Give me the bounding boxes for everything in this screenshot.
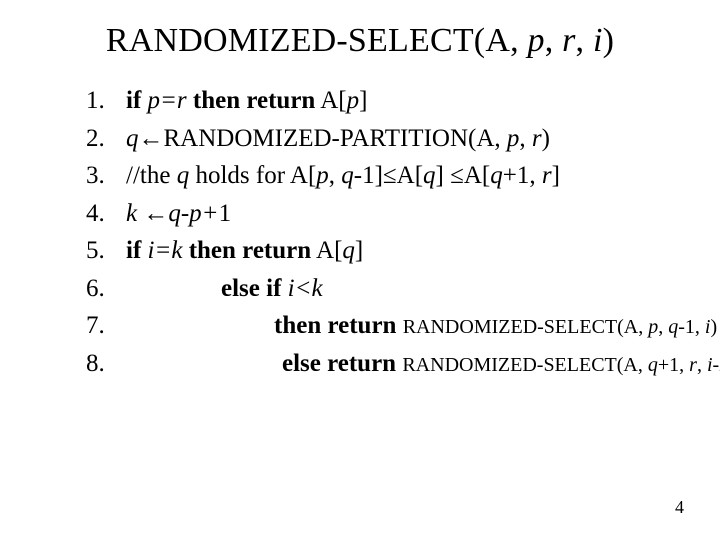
code-line: 3.//the q holds for A[p, q-1]≤A[q] ≤A[q+…	[86, 157, 700, 195]
line-number: 7.	[86, 307, 126, 345]
line-number: 1.	[86, 82, 126, 120]
line-content: if p=r then return A[p]	[126, 82, 700, 120]
line-number: 6.	[86, 270, 126, 308]
code-line: 5.if i=k then return A[q]	[86, 232, 700, 270]
line-number: 4.	[86, 195, 126, 233]
line-content: if i=k then return A[q]	[126, 232, 700, 270]
code-line: 4.k ←q-p+1	[86, 195, 700, 233]
line-number: 8.	[86, 345, 126, 383]
line-content: q←RANDOMIZED-PARTITION(A, p, r)	[126, 120, 700, 158]
line-content: else return RANDOMIZED-SELECT(A, q+1, r,…	[126, 345, 720, 383]
code-line: 7.then return RANDOMIZED-SELECT(A, p, q-…	[86, 307, 700, 345]
line-content: then return RANDOMIZED-SELECT(A, p, q-1,…	[126, 307, 717, 345]
line-content: k ←q-p+1	[126, 195, 700, 233]
line-number: 2.	[86, 120, 126, 158]
page-number: 4	[675, 497, 684, 518]
pseudocode-block: 1.if p=r then return A[p]2.q←RANDOMIZED-…	[20, 82, 700, 382]
line-content: //the q holds for A[p, q-1]≤A[q] ≤A[q+1,…	[126, 157, 700, 195]
code-line: 2.q←RANDOMIZED-PARTITION(A, p, r)	[86, 120, 700, 158]
slide-title: RANDOMIZED-SELECT(A, p, r, i)	[20, 22, 700, 60]
slide: RANDOMIZED-SELECT(A, p, r, i) 1.if p=r t…	[0, 0, 720, 540]
code-line: 6.else if i<k	[86, 270, 700, 308]
line-number: 3.	[86, 157, 126, 195]
line-content: else if i<k	[126, 270, 700, 308]
line-number: 5.	[86, 232, 126, 270]
code-line: 8.else return RANDOMIZED-SELECT(A, q+1, …	[86, 345, 700, 383]
code-line: 1.if p=r then return A[p]	[86, 82, 700, 120]
